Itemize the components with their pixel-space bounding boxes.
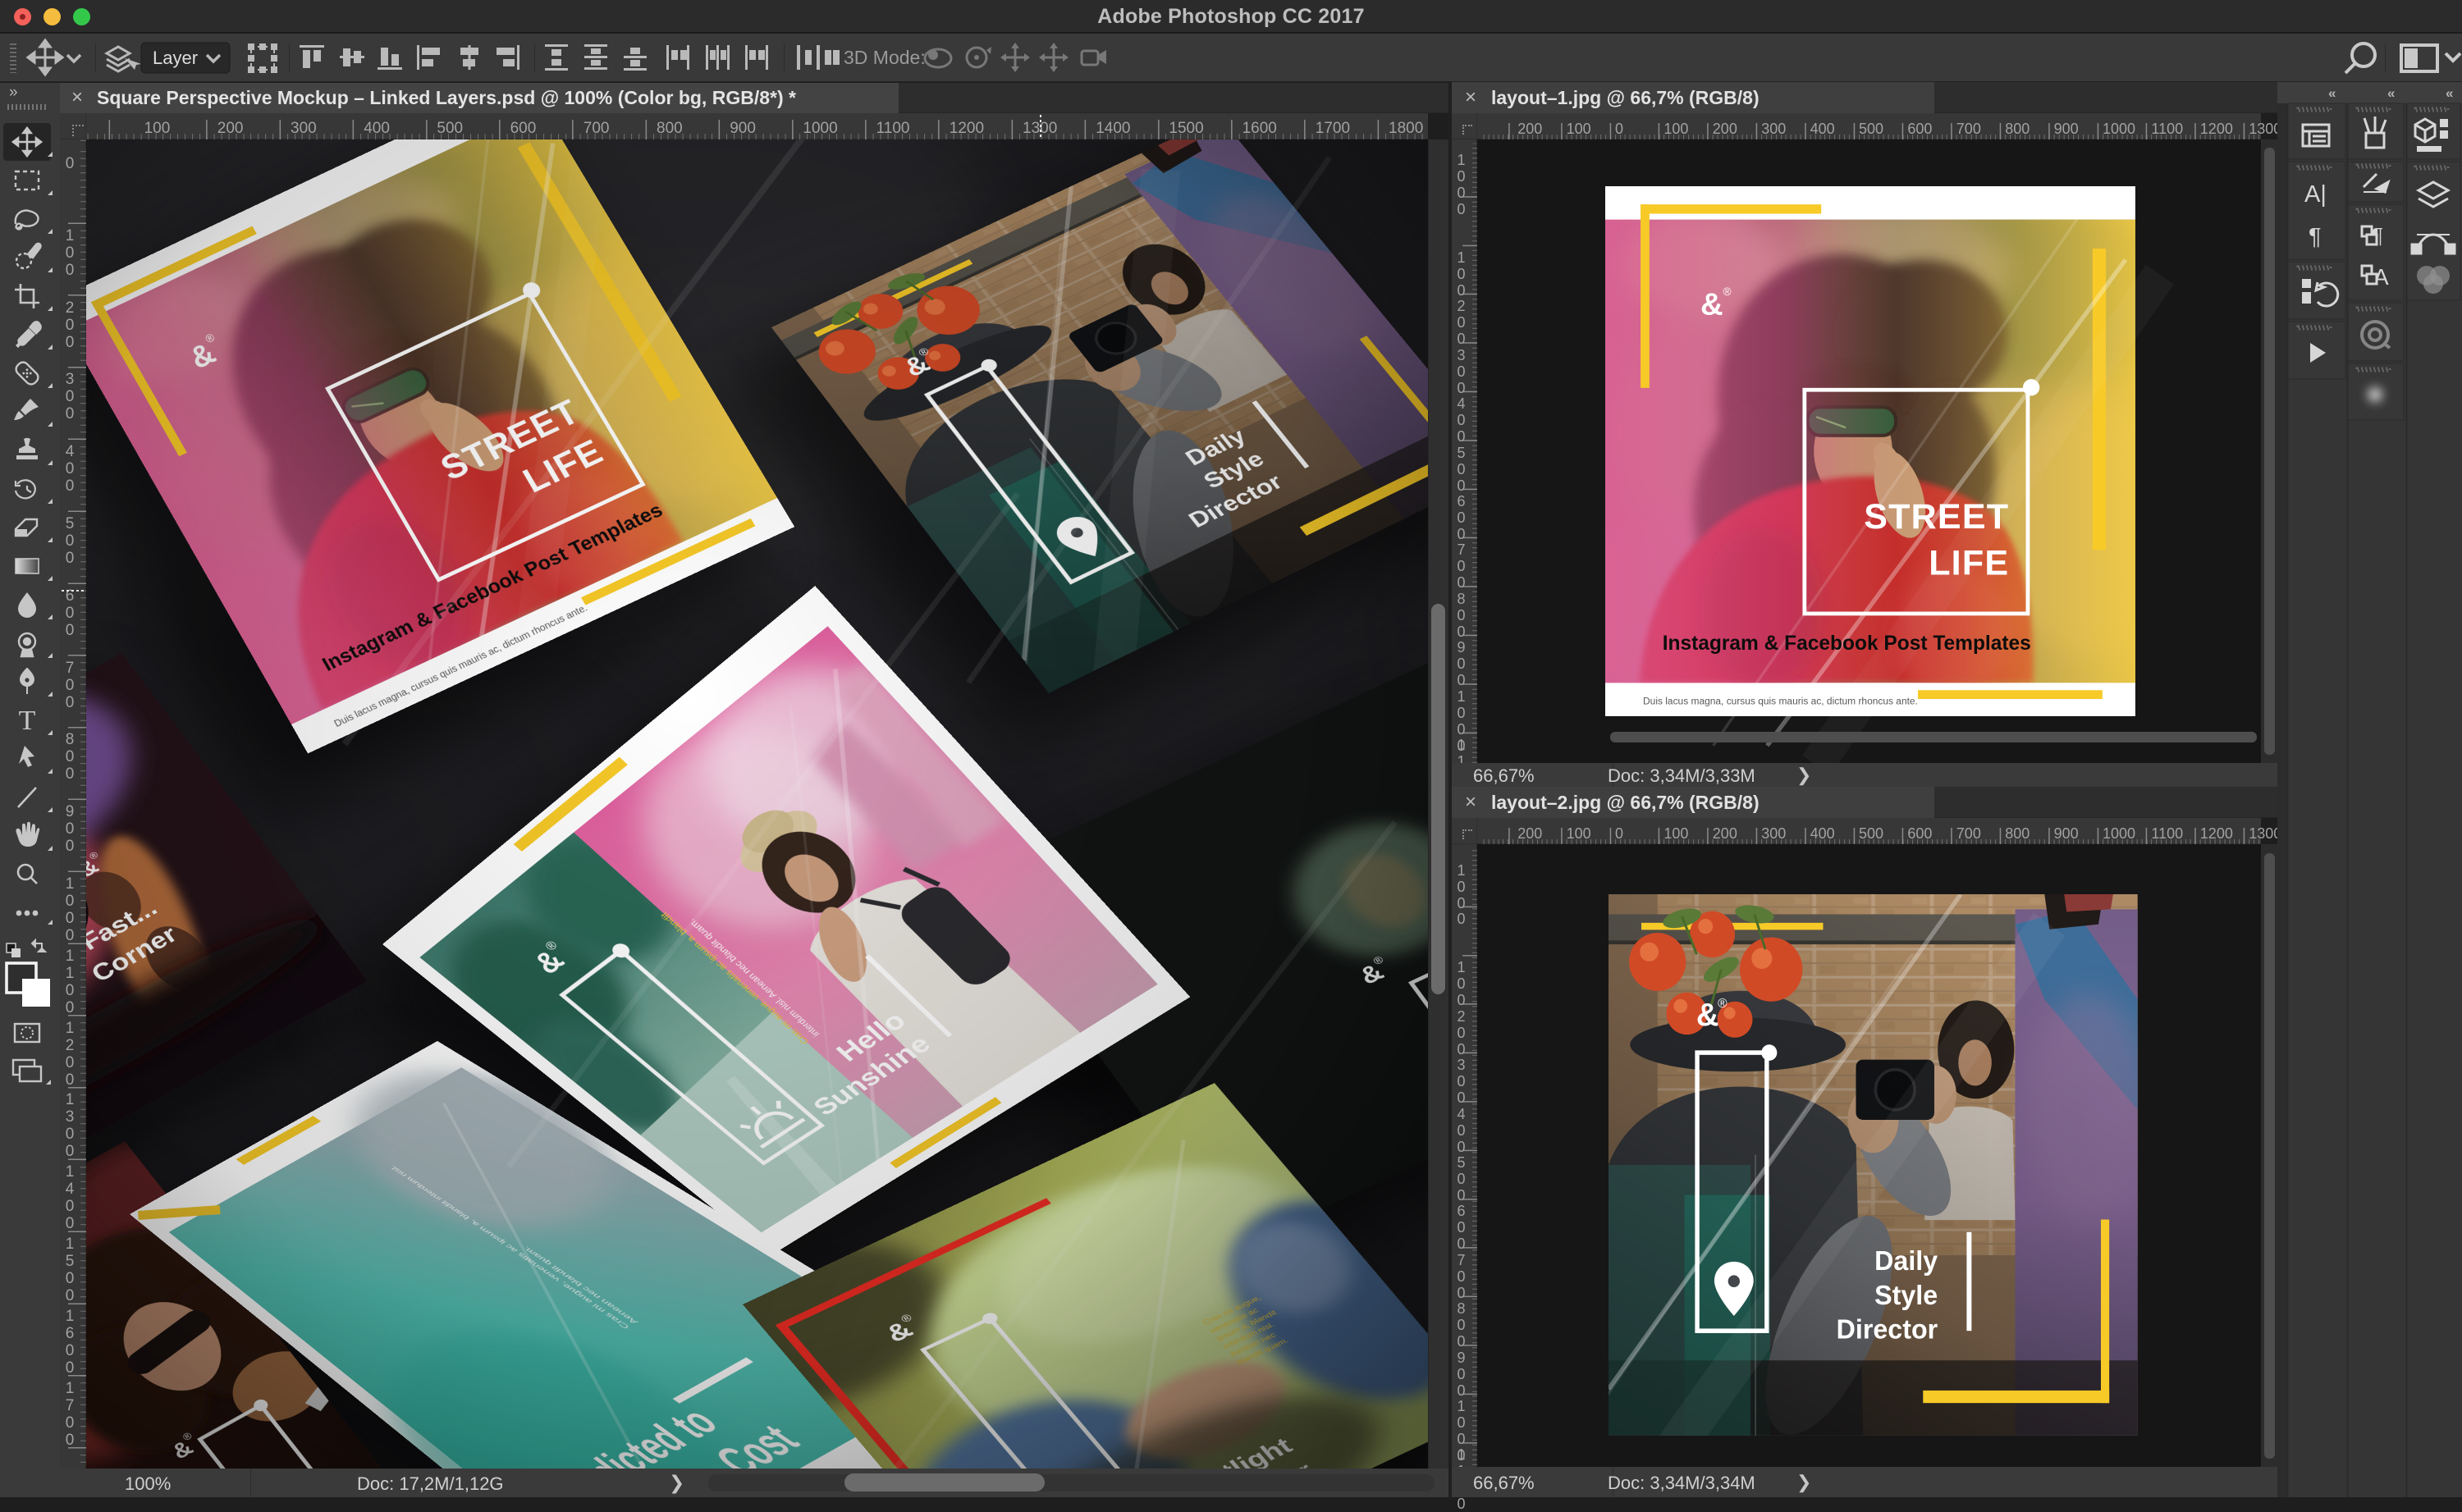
svg-text:Layer: Layer — [153, 48, 198, 68]
svg-text:A|: A| — [2304, 181, 2327, 208]
svg-text:«: « — [2328, 85, 2336, 101]
svg-text:¶: ¶ — [2309, 224, 2322, 250]
svg-text:T: T — [19, 706, 36, 736]
svg-text:«: « — [2446, 85, 2453, 101]
svg-text:3D Mode:: 3D Mode: — [844, 47, 926, 68]
svg-text:«: « — [2387, 85, 2395, 101]
